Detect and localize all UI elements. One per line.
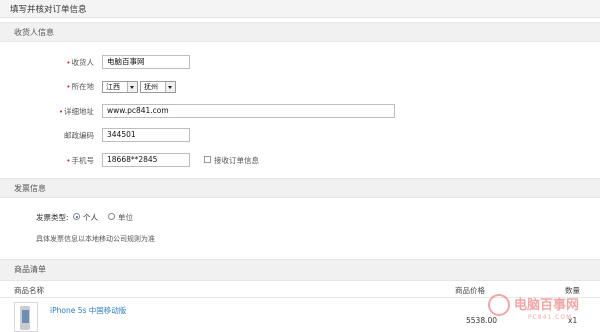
required-mark: • [66,59,71,67]
page-header: 填写并核对订单信息 [0,0,600,18]
invoice-type-label: 发票类型: [36,213,69,222]
sms-checkbox[interactable] [204,156,211,163]
col-price-header: 商品价格 [455,286,485,295]
required-mark: • [58,108,63,116]
invoice-note: 具体发票信息以本地移动公司规则为准 [36,235,155,243]
address-input[interactable]: www.pc841.com [102,104,395,118]
sms-option-label: 接收订单信息 [214,156,259,165]
phone-input[interactable]: 18668**2845 [102,153,190,167]
invoice-company-label: 单位 [118,213,133,222]
province-select[interactable]: 江西 [102,81,138,93]
product-thumbnail[interactable] [14,302,38,332]
products-section-title: 商品清单 [14,265,46,274]
zip-label: 邮政编码 [64,131,94,140]
watermark-logo-icon [488,294,510,316]
invoice-section-header: 发票信息 [0,178,600,198]
products-section-header: 商品清单 [0,259,600,281]
address-label: •详细地址 [58,107,94,116]
receiver-name-label: •收货人 [66,58,94,67]
watermark-logo: 电脑百事网 PC841.COM [488,292,592,328]
receiver-section-header: 收货人信息 [0,22,600,42]
required-mark: • [66,157,71,165]
required-mark: • [66,83,71,91]
phone-label: •手机号 [66,156,94,165]
product-name-link[interactable]: iPhone 5s 中国移动版 [50,305,126,316]
location-label: •所在地 [66,82,94,91]
receiver-section-title: 收货人信息 [14,28,54,37]
invoice-section-title: 发票信息 [14,184,46,193]
phone-image-icon [20,306,30,330]
page-title: 填写并核对订单信息 [10,5,87,15]
invoice-company-radio[interactable] [108,213,115,220]
chevron-down-icon [127,82,137,92]
invoice-personal-radio[interactable] [73,213,80,220]
zip-input[interactable]: 344501 [102,128,190,142]
city-select[interactable]: 抚州 [140,81,176,93]
invoice-personal-label: 个人 [83,213,98,222]
col-name-header: 商品名称 [14,286,44,295]
chevron-down-icon [165,82,175,92]
receiver-name-input[interactable]: 电脑百事网 [102,55,190,69]
